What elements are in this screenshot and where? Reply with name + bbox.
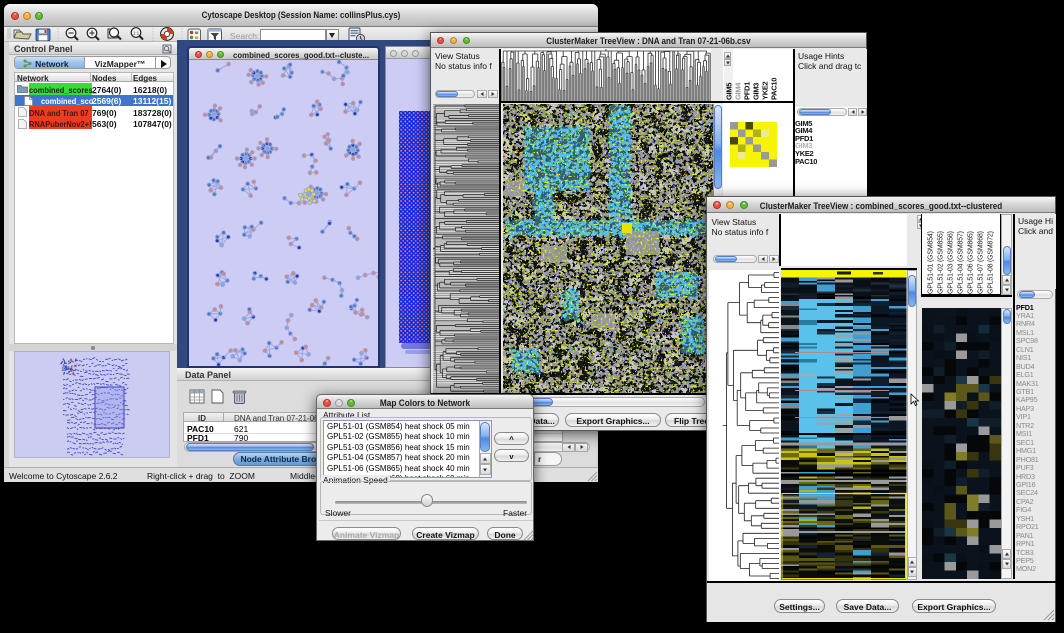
svg-text:GIM5: GIM5 xyxy=(726,83,734,100)
svg-text:GPL51-04 (GSM857): GPL51-04 (GSM857) xyxy=(958,231,965,294)
svg-text:GPL51-07 (GSM868): GPL51-07 (GSM868) xyxy=(978,231,985,294)
svg-text:PFD1: PFD1 xyxy=(743,82,752,100)
svg-text:GIM3: GIM3 xyxy=(752,83,761,100)
svg-text:GPL51-06 (GSM865): GPL51-06 (GSM865) xyxy=(968,231,975,294)
svg-text:1:1: 1:1 xyxy=(133,31,140,36)
svg-text:GPL51-02 (GSM855): GPL51-02 (GSM855) xyxy=(938,231,945,294)
svg-text:GIM4: GIM4 xyxy=(734,82,743,100)
svg-text:GPL51-08 (GSM872): GPL51-08 (GSM872) xyxy=(988,231,995,294)
svg-text:YKE2: YKE2 xyxy=(761,81,770,100)
svg-text:PAC10: PAC10 xyxy=(770,78,779,100)
svg-text:GPL51-01 (GSM854): GPL51-01 (GSM854) xyxy=(928,231,935,294)
svg-text:GPL51-03 (GSM856): GPL51-03 (GSM856) xyxy=(948,231,955,294)
